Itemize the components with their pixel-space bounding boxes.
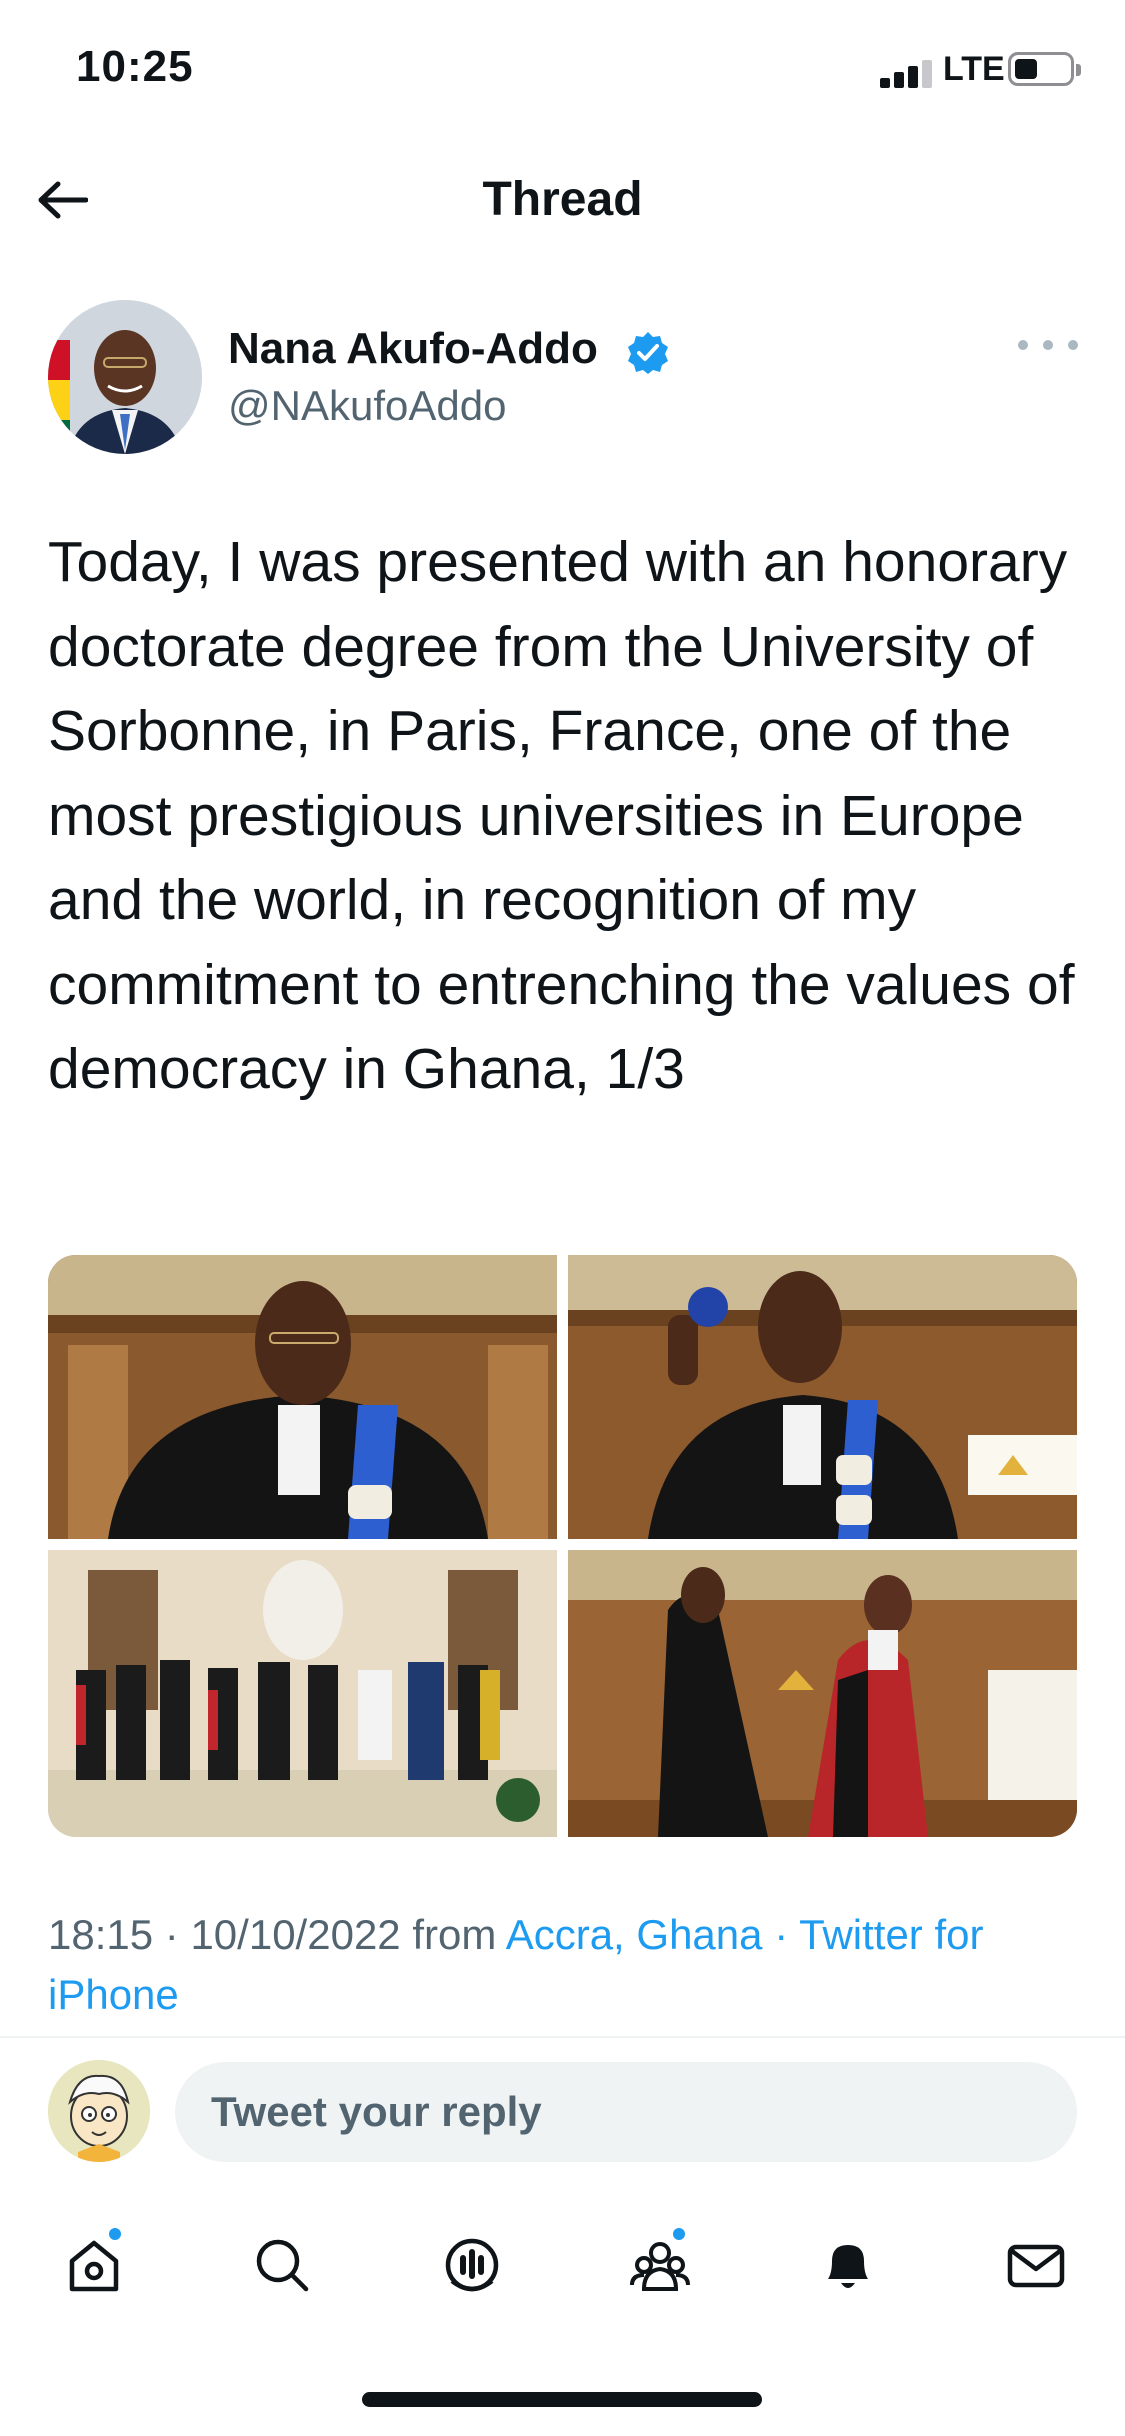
tab-messages[interactable] — [996, 2225, 1076, 2305]
notifications-icon — [828, 2245, 868, 2288]
tweet-photo-1[interactable] — [48, 1255, 557, 1539]
page-title: Thread — [482, 173, 643, 226]
spaces-icon — [445, 2238, 499, 2292]
tweet-location-link[interactable]: Accra, Ghana — [506, 1911, 763, 1958]
thread-header: Thread — [0, 150, 1125, 250]
from-label: from — [412, 1911, 497, 1958]
author-name[interactable]: Nana Akufo-Addo — [228, 324, 598, 374]
meta-separator-2: · — [774, 1911, 789, 1958]
reply-bar — [0, 2060, 1125, 2170]
tab-search[interactable] — [242, 2225, 322, 2305]
reply-input[interactable] — [175, 2062, 1077, 2162]
home-indicator[interactable] — [362, 2392, 762, 2407]
signal-icon — [880, 58, 934, 88]
tweet-date: 10/10/2022 — [190, 1911, 401, 1958]
tweet-author: Nana Akufo-Addo @NAkufoAddo — [48, 300, 1078, 460]
tab-bar — [0, 2205, 1125, 2325]
more-options-button[interactable] — [1018, 330, 1078, 360]
author-handle[interactable]: @NAkufoAddo — [228, 382, 506, 430]
status-time: 10:25 — [76, 42, 194, 91]
tweet-photo-2[interactable] — [568, 1255, 1077, 1539]
tweet-time: 18:15 — [48, 1911, 154, 1958]
tab-spaces[interactable] — [432, 2225, 512, 2305]
communities-notification-dot — [670, 2225, 688, 2243]
tweet-media-grid — [48, 1255, 1077, 1837]
battery-icon — [1008, 52, 1081, 86]
more-dots-icon — [1018, 340, 1028, 350]
tweet-meta: 18:15 · 10/10/2022 from Accra, Ghana · T… — [48, 1905, 1078, 2025]
tab-communities[interactable] — [620, 2225, 700, 2305]
tab-notifications[interactable] — [808, 2225, 888, 2305]
tweet-photo-4[interactable] — [568, 1550, 1077, 1837]
messages-icon — [1007, 2244, 1065, 2288]
search-icon — [256, 2239, 309, 2292]
tab-home[interactable] — [54, 2225, 134, 2305]
author-avatar[interactable] — [48, 300, 202, 454]
tweet-text: Today, I was presented with an honorary … — [48, 530, 1075, 1101]
status-bar: 10:25 LTE — [0, 0, 1125, 140]
tweet-photo-3[interactable] — [48, 1550, 557, 1837]
verified-badge-icon — [628, 332, 668, 374]
network-label: LTE — [943, 50, 1005, 88]
divider — [0, 2036, 1125, 2038]
meta-separator: · — [164, 1911, 179, 1958]
user-avatar[interactable] — [48, 2060, 150, 2162]
home-notification-dot — [106, 2225, 124, 2243]
